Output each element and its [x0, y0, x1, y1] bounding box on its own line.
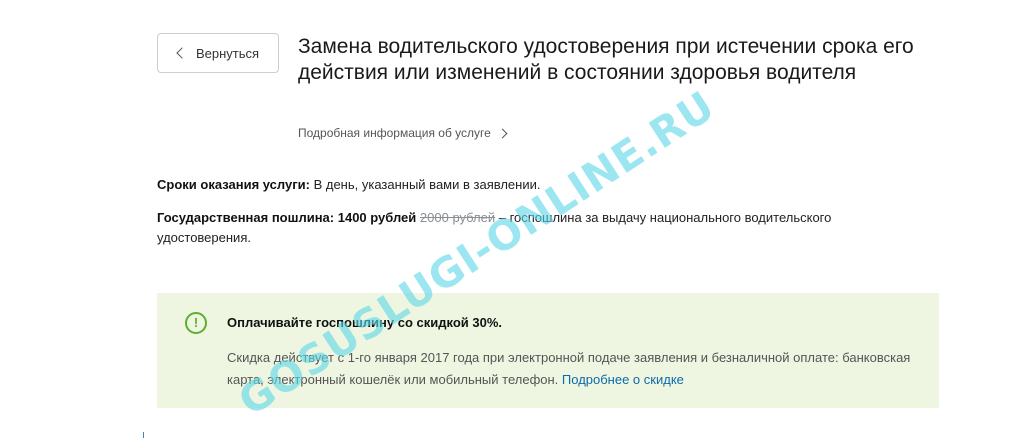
service-terms-label: Сроки оказания услуги: — [157, 177, 310, 192]
back-button[interactable]: Вернуться — [157, 33, 279, 73]
chevron-left-icon — [176, 47, 188, 59]
page-title: Замена водительского удостоверения при и… — [298, 35, 914, 84]
service-details-link-label: Подробная информация об услуге — [298, 126, 491, 140]
edge-tick — [143, 432, 144, 438]
discount-notice: ! Оплачивайте госпошлину со скидкой 30%.… — [157, 293, 939, 408]
discount-title: Оплачивайте госпошлину со скидкой 30%. — [227, 315, 503, 330]
state-fee-label: Государственная пошлина: 1400 рублей — [157, 210, 417, 225]
service-terms: Сроки оказания услуги: В день, указанный… — [157, 175, 917, 195]
discount-text: Скидка действует с 1-го января 2017 года… — [227, 347, 917, 391]
service-page: Вернуться Замена водительского удостовер… — [0, 0, 1024, 438]
state-fee: Государственная пошлина: 1400 рублей 200… — [157, 208, 917, 248]
service-terms-value: В день, указанный вами в заявлении. — [309, 177, 541, 192]
service-details-link[interactable]: Подробная информация об услуге — [298, 126, 508, 140]
discount-details-link[interactable]: Подробнее о скидке — [562, 372, 684, 387]
exclamation-circle-icon: ! — [185, 312, 207, 334]
state-fee-old-price: 2000 рублей — [419, 210, 496, 225]
back-button-label: Вернуться — [196, 45, 260, 61]
chevron-right-icon — [497, 128, 508, 138]
